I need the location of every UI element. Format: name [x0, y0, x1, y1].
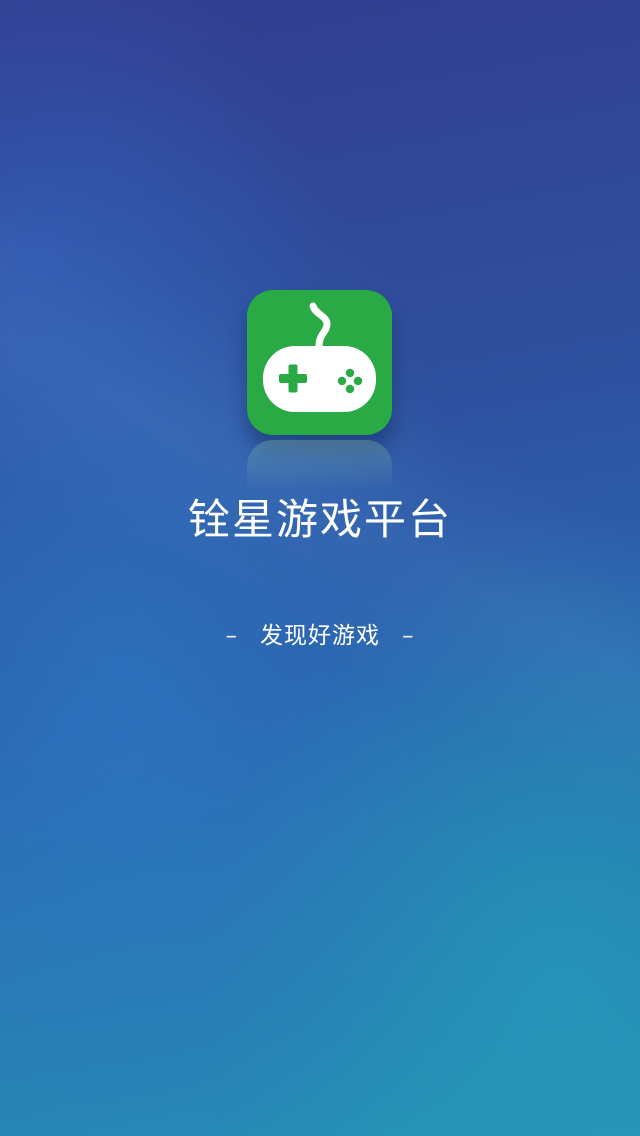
app-title: 铨星游戏平台	[187, 495, 452, 544]
tagline: – 发现好游戏 –	[0, 618, 640, 654]
tagline-text: 发现好游戏	[260, 623, 380, 649]
tagline-left-dash: –	[225, 623, 238, 649]
splash-screen: 铨星游戏平台 – 发现好游戏 –	[0, 0, 640, 1136]
gamepad-icon	[263, 302, 376, 412]
tagline-right-dash: –	[402, 623, 415, 649]
app-logo	[247, 290, 392, 435]
